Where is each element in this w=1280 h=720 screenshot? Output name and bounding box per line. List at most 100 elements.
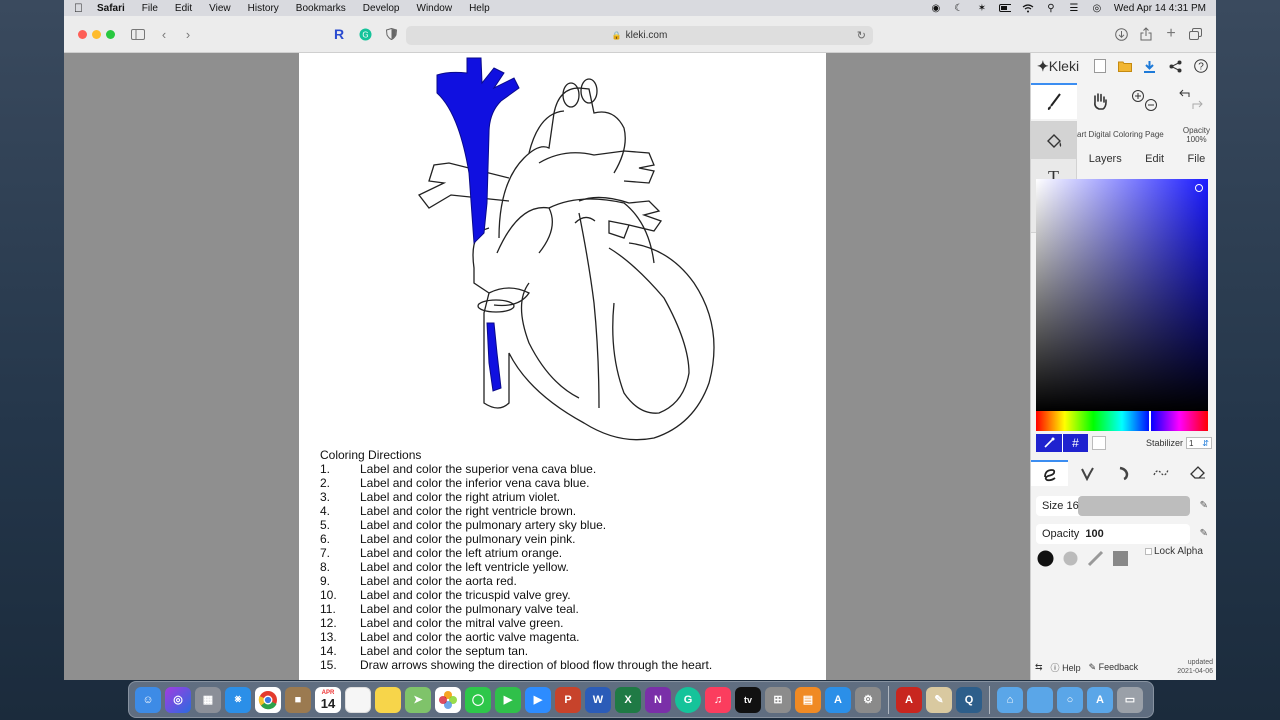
wifi-icon[interactable] xyxy=(1022,3,1034,13)
menu-bookmarks[interactable]: Bookmarks xyxy=(296,3,346,14)
open-folder-icon[interactable] xyxy=(1117,58,1133,74)
download-icon[interactable] xyxy=(1141,58,1157,74)
brush-tool-icon[interactable] xyxy=(1031,83,1077,119)
notes-icon[interactable] xyxy=(345,686,371,713)
control-center-icon[interactable]: ☰ xyxy=(1068,3,1080,14)
word-icon[interactable]: W xyxy=(585,686,611,713)
new-tab-icon[interactable]: + xyxy=(1164,25,1178,42)
maps-icon[interactable]: ➤ xyxy=(405,686,431,713)
chrome-icon[interactable] xyxy=(255,686,281,713)
new-image-icon[interactable] xyxy=(1092,58,1108,74)
eraser-icon[interactable] xyxy=(1180,460,1216,486)
menu-history[interactable]: History xyxy=(248,3,279,14)
home-folder-icon[interactable]: ⌂ xyxy=(997,686,1023,713)
grammarly-icon[interactable]: G xyxy=(675,686,701,713)
siri-icon[interactable]: ◎ xyxy=(1091,3,1103,14)
launchpad-icon[interactable]: ▦ xyxy=(195,686,221,713)
undo-redo-icon[interactable] xyxy=(1171,83,1211,119)
sketchy-brush-icon[interactable] xyxy=(1105,460,1142,486)
downloads-icon[interactable] xyxy=(1114,26,1128,42)
bluetooth-icon[interactable]: ✶ xyxy=(976,3,988,14)
share-icon[interactable] xyxy=(1139,26,1153,42)
eyedropper-icon[interactable] xyxy=(1036,434,1062,452)
soft-tip-icon[interactable] xyxy=(1061,549,1080,568)
messages-icon[interactable]: ◯ xyxy=(465,686,491,713)
app-store-icon[interactable]: A xyxy=(825,686,851,713)
back-button[interactable]: ‹ xyxy=(158,26,170,42)
close-window-button[interactable] xyxy=(78,30,87,39)
chisel-tip-icon[interactable] xyxy=(1086,549,1105,568)
applications-folder-icon[interactable]: A xyxy=(1087,686,1113,713)
fill-bucket-icon[interactable] xyxy=(1031,122,1076,159)
size-slider[interactable]: Size 16 xyxy=(1036,496,1190,516)
minimize-window-button[interactable] xyxy=(92,30,101,39)
powerpoint-icon[interactable]: P xyxy=(555,686,581,713)
opacity-edit-icon[interactable]: ✎ xyxy=(1200,528,1208,539)
excel-icon[interactable]: X xyxy=(615,686,641,713)
trash-icon[interactable]: ▭ xyxy=(1117,686,1143,713)
acrobat-icon[interactable]: A xyxy=(896,686,922,713)
opacity-slider[interactable]: Opacity 100 xyxy=(1036,524,1190,544)
size-edit-icon[interactable]: ✎ xyxy=(1200,500,1208,511)
onenote-icon[interactable]: N xyxy=(645,686,671,713)
preview-icon[interactable]: ✎ xyxy=(926,686,952,713)
hue-slider[interactable] xyxy=(1036,411,1208,431)
lock-alpha-toggle[interactable]: Lock Alpha xyxy=(1145,546,1203,557)
coloring-page[interactable]: Coloring Directions 1. Label and color th… xyxy=(299,53,826,680)
books-icon[interactable]: ▤ xyxy=(795,686,821,713)
menu-edit[interactable]: Edit xyxy=(175,3,192,14)
zoom-icon[interactable] xyxy=(1127,83,1163,119)
share-icon[interactable] xyxy=(1167,58,1183,74)
pen-brush-icon[interactable] xyxy=(1031,460,1069,486)
heart-diagram[interactable] xyxy=(389,53,729,448)
reload-icon[interactable]: ↻ xyxy=(857,29,866,42)
stickies-icon[interactable] xyxy=(375,686,401,713)
finder-icon[interactable]: ☺ xyxy=(135,686,161,713)
round-tip-icon[interactable] xyxy=(1036,549,1055,568)
clock[interactable]: Wed Apr 14 4:31 PM xyxy=(1114,3,1206,14)
tab-edit[interactable]: Edit xyxy=(1145,153,1164,165)
tab-overview-icon[interactable] xyxy=(1188,26,1202,42)
tab-file[interactable]: File xyxy=(1188,153,1206,165)
color-cursor[interactable] xyxy=(1195,184,1203,192)
feedback-link[interactable]: ✎ Feedback xyxy=(1089,662,1139,673)
contacts-icon[interactable]: ■ xyxy=(285,686,311,713)
lock-alpha-checkbox[interactable] xyxy=(1145,548,1152,555)
moon-icon[interactable]: ☾ xyxy=(953,3,965,14)
tab-layers[interactable]: Layers xyxy=(1089,153,1122,165)
spotlight-icon[interactable]: ⚲ xyxy=(1045,3,1057,14)
menu-app-name[interactable]: Safari xyxy=(97,3,125,14)
secondary-color-swatch[interactable] xyxy=(1092,436,1106,450)
menu-help[interactable]: Help xyxy=(469,3,490,14)
help-link[interactable]: ⓘ Help xyxy=(1051,661,1081,674)
safari-icon[interactable]: ⨳ xyxy=(225,686,251,713)
quicktime-icon[interactable]: Q xyxy=(956,686,982,713)
siri-icon[interactable]: ◎ xyxy=(165,686,191,713)
grammarly-extension-icon[interactable]: G xyxy=(358,26,372,42)
zoom-app-icon[interactable]: ▶ xyxy=(525,686,551,713)
documents-folder-icon[interactable]: ○ xyxy=(1057,686,1083,713)
stabilizer-select[interactable]: 1 ⇵ xyxy=(1186,437,1212,449)
calendar-icon[interactable]: APR 14 xyxy=(315,686,341,713)
hex-input-button[interactable]: # xyxy=(1062,434,1088,452)
system-preferences-icon[interactable]: ⚙ xyxy=(855,686,881,713)
kleki-logo[interactable]: ✦Kleki xyxy=(1037,58,1079,75)
forward-button[interactable]: › xyxy=(182,26,194,42)
hand-tool-icon[interactable] xyxy=(1077,83,1123,119)
record-icon[interactable]: ◉ xyxy=(930,3,942,14)
downloads-folder-icon[interactable] xyxy=(1027,686,1053,713)
photos-icon[interactable] xyxy=(435,686,461,713)
menu-file[interactable]: File xyxy=(142,3,158,14)
apple-menu-icon[interactable]:  xyxy=(74,1,83,15)
swap-side-icon[interactable]: ⇆ xyxy=(1035,662,1043,673)
pixel-brush-icon[interactable] xyxy=(1143,460,1180,486)
privacy-shield-icon[interactable] xyxy=(384,26,398,42)
apple-tv-icon[interactable]: tv xyxy=(735,686,761,713)
sidebar-toggle-icon[interactable] xyxy=(130,26,146,42)
color-picker-saturation[interactable] xyxy=(1036,179,1208,411)
square-tip-icon[interactable] xyxy=(1111,549,1130,568)
help-icon[interactable]: ? xyxy=(1193,58,1209,74)
menu-view[interactable]: View xyxy=(209,3,231,14)
readwise-extension-icon[interactable]: R xyxy=(332,26,346,42)
zoom-window-button[interactable] xyxy=(106,30,115,39)
